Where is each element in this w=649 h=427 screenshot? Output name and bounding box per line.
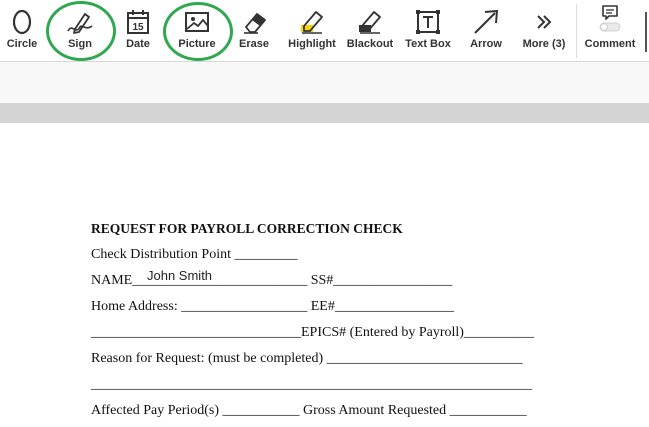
- comment-icon: [595, 4, 625, 32]
- blackout-label: Blackout: [346, 38, 394, 50]
- form-line-pay-period: Affected Pay Period(s) ___________ Gross…: [91, 403, 527, 418]
- circle-label: Circle: [6, 38, 38, 50]
- eraser-icon: [239, 8, 269, 36]
- blackout-icon: [355, 8, 385, 36]
- toolbar-separator: [576, 4, 577, 58]
- picture-icon: [182, 8, 212, 36]
- arrow-tool-button[interactable]: Arrow: [470, 0, 502, 61]
- chevrons-right-icon: [529, 8, 559, 36]
- form-line-blank: ________________________________________…: [91, 377, 532, 392]
- more-tools-button[interactable]: More (3): [523, 0, 565, 61]
- blackout-tool-button[interactable]: Blackout: [347, 0, 393, 61]
- canvas-background: [0, 103, 649, 123]
- form-line-distribution: Check Distribution Point _________: [91, 247, 298, 262]
- form-line-address: Home Address: __________________ EE#____…: [91, 299, 454, 314]
- document-title: REQUEST FOR PAYROLL CORRECTION CHECK: [91, 221, 403, 236]
- date-label: Date: [126, 38, 150, 50]
- circle-icon: [7, 8, 37, 36]
- picture-label: Picture: [178, 38, 216, 50]
- more-label: More (3): [522, 38, 566, 50]
- arrow-label: Arrow: [470, 38, 502, 50]
- erase-label: Erase: [239, 38, 269, 50]
- circle-tool-button[interactable]: Circle: [6, 0, 38, 61]
- highlight-label: Highlight: [288, 38, 336, 50]
- form-line-reason: Reason for Request: (must be completed) …: [91, 351, 523, 366]
- arrow-icon: [471, 8, 501, 36]
- name-filled-text[interactable]: John Smith: [147, 268, 212, 283]
- secondary-toolbar: [0, 62, 649, 104]
- sign-tool-button[interactable]: Sign: [64, 0, 96, 61]
- pen-sign-icon: [65, 8, 95, 36]
- svg-text:15: 15: [132, 22, 144, 33]
- toolbar-overflow-edge: [645, 12, 649, 52]
- textbox-tool-button[interactable]: Text Box: [405, 0, 451, 61]
- form-line-name: NAME_________________________ SS#_______…: [91, 273, 453, 288]
- calendar-icon: 15: [123, 8, 153, 36]
- toolbar: Circle Sign 15 Date Picture Erase Highli…: [0, 0, 649, 62]
- highlight-tool-button[interactable]: Highlight: [288, 0, 336, 61]
- erase-tool-button[interactable]: Erase: [238, 0, 270, 61]
- form-line-epics: ______________________________EPICS# (En…: [91, 325, 534, 340]
- picture-tool-button[interactable]: Picture: [178, 0, 216, 61]
- comment-tool-button[interactable]: Comment: [585, 0, 635, 61]
- textbox-label: Text Box: [405, 38, 451, 50]
- textbox-icon: [413, 8, 443, 36]
- sign-label: Sign: [68, 38, 92, 50]
- date-tool-button[interactable]: 15 Date: [122, 0, 154, 61]
- highlighter-icon: [297, 8, 327, 36]
- comment-label: Comment: [584, 38, 636, 50]
